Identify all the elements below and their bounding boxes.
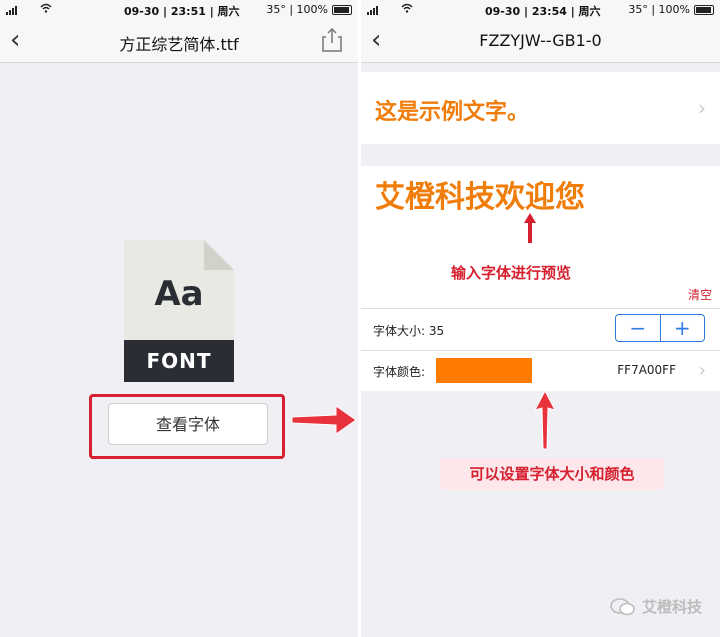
font-color-row[interactable]: 字体颜色: FF7A00FF › — [361, 350, 720, 391]
battery-icon — [332, 4, 352, 15]
battery-icon — [694, 4, 714, 15]
preview-text[interactable]: 艾橙科技欢迎您 — [375, 172, 585, 216]
signal-icon — [6, 6, 17, 15]
annotation-settings: 可以设置字体大小和颜色 — [440, 458, 664, 490]
wifi-icon — [40, 3, 52, 13]
wifi-icon — [401, 3, 413, 13]
wechat-icon — [610, 597, 635, 615]
font-file-label: FONT — [124, 340, 234, 382]
arrow-right-icon — [291, 405, 357, 435]
nav-bar: ‹ 方正综艺简体.ttf — [0, 20, 358, 63]
watermark-text: 艾橙科技 — [641, 598, 702, 616]
color-swatch[interactable] — [436, 358, 532, 383]
status-bar: 09-30 | 23:51 | 周六 35° | 100% — [0, 0, 358, 20]
right-phone-screen: 09-30 | 23:54 | 周六 35° | 100% ‹ FZZYJW--… — [361, 0, 720, 637]
watermark: 艾橙科技 — [610, 596, 702, 617]
status-indicators: 35° | 100% — [266, 3, 328, 16]
font-size-label: 字体大小: 35 — [373, 324, 445, 338]
status-indicators: 35° | 100% — [628, 3, 690, 16]
font-color-label: 字体颜色: — [373, 365, 426, 379]
nav-bar: ‹ FZZYJW--GB1-0 — [361, 20, 720, 63]
color-hex-value: FF7A00FF — [617, 363, 676, 377]
preview-input-area[interactable]: 艾橙科技欢迎您 输入字体进行预览 清空 — [361, 166, 720, 308]
arrow-up-icon — [524, 213, 536, 243]
status-bar: 09-30 | 23:54 | 周六 35° | 100% — [361, 0, 720, 20]
status-time: 09-30 | 23:51 | 周六 — [124, 5, 240, 18]
font-sample-glyph: Aa — [154, 274, 204, 314]
increase-button[interactable]: + — [661, 315, 705, 341]
left-phone-screen: 09-30 | 23:51 | 周六 35° | 100% ‹ 方正综艺简体.t… — [0, 0, 358, 637]
signal-icon — [367, 6, 378, 15]
page-title: 方正综艺简体.ttf — [119, 35, 239, 54]
annotation-preview: 输入字体进行预览 — [451, 264, 572, 282]
chevron-right-icon: › — [698, 360, 706, 381]
sample-text: 这是示例文字。 — [375, 100, 530, 125]
font-size-row: 字体大小: 35 − + — [361, 308, 720, 351]
status-right: 35° | 100% — [266, 3, 352, 16]
view-font-button[interactable]: 查看字体 — [108, 403, 268, 445]
status-right: 35° | 100% — [628, 3, 714, 16]
sample-text-row[interactable]: 这是示例文字。 › — [361, 72, 720, 144]
clear-button[interactable]: 清空 — [688, 286, 712, 303]
arrow-up-icon — [534, 390, 556, 450]
font-file-icon: Aa FONT — [124, 240, 234, 382]
status-time: 09-30 | 23:54 | 周六 — [485, 5, 601, 18]
decrease-button[interactable]: − — [616, 315, 661, 341]
page-title: FZZYJW--GB1-0 — [479, 31, 602, 50]
chevron-right-icon: › — [698, 96, 706, 120]
share-icon[interactable] — [322, 28, 342, 52]
font-size-stepper[interactable]: − + — [615, 314, 705, 342]
file-fold — [204, 240, 234, 270]
